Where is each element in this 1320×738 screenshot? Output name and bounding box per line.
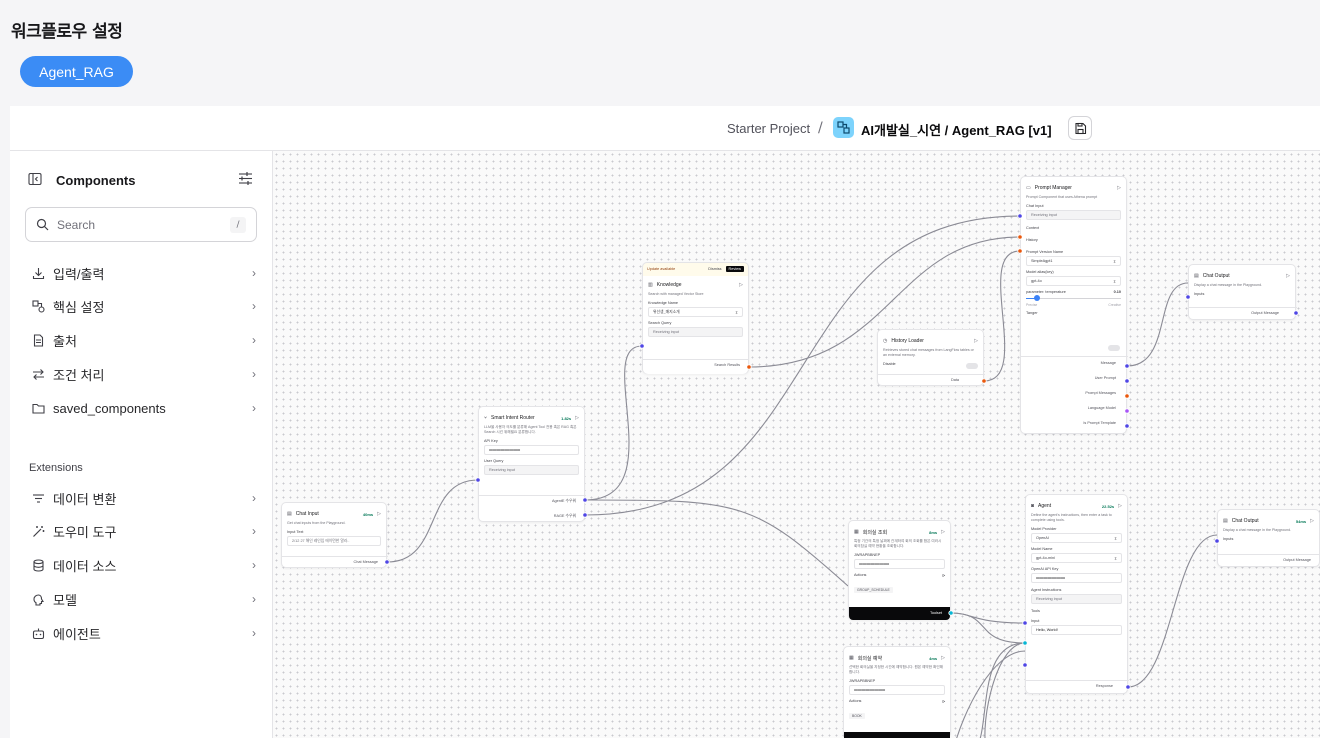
sidebar-item-label: 데이터 소스	[53, 558, 117, 574]
search-placeholder: Search	[57, 217, 96, 232]
sidebar-item-label: saved_components	[53, 400, 166, 416]
page-title: 워크플로우 설정	[11, 22, 123, 42]
chevron-right-icon: ›	[252, 367, 256, 381]
breadcrumb-project[interactable]: Starter Project	[727, 121, 810, 136]
handle	[1017, 248, 1023, 254]
sidebar-item-source[interactable]: 출처 ›	[30, 328, 256, 352]
breadcrumb-flow-name: AI개발실_시연 / Agent_RAG [v1]	[861, 123, 1052, 138]
sidebar-item-helpers[interactable]: 도우미 도구 ›	[30, 519, 256, 543]
sidebar-item-label: 모델	[53, 592, 77, 608]
handle	[1214, 538, 1220, 544]
sidebar-item-conditions[interactable]: 조건 처리 ›	[30, 362, 256, 386]
handle	[1022, 662, 1028, 668]
chevron-right-icon: ›	[252, 626, 256, 640]
handle	[1293, 310, 1299, 316]
sidebar-item-label: 핵심 설정	[53, 299, 105, 315]
sidebar-item-core[interactable]: 핵심 설정 ›	[30, 294, 256, 318]
chevron-right-icon: ›	[252, 266, 256, 280]
download-icon	[30, 265, 46, 281]
handle	[746, 364, 752, 370]
arrows-icon	[30, 366, 46, 382]
handle	[1185, 294, 1191, 300]
handle	[582, 497, 588, 503]
chevron-right-icon: ›	[252, 299, 256, 313]
handle	[384, 559, 390, 565]
handle	[981, 378, 987, 384]
brain-icon	[30, 591, 46, 607]
save-icon	[1074, 122, 1086, 134]
chevron-right-icon: ›	[252, 524, 256, 538]
handle	[475, 477, 481, 483]
handle	[1022, 620, 1028, 626]
handle	[1124, 393, 1130, 399]
flow-canvas[interactable]: ▤ Chat Input 40ms ▷ Get chat inputs from th…	[273, 151, 1320, 738]
breadcrumb-separator: /	[818, 120, 823, 136]
sidebar-item-saved[interactable]: saved_components ›	[30, 396, 256, 420]
sidebar-title: Components	[56, 172, 136, 188]
handle	[1124, 363, 1130, 369]
component-search-input[interactable]: Search /	[25, 207, 257, 242]
extensions-title: Extensions	[29, 462, 83, 474]
file-text-icon	[30, 332, 46, 348]
sidebar-item-label: 조건 처리	[53, 367, 105, 383]
sidebar-item-datasource[interactable]: 데이터 소스 ›	[30, 553, 256, 577]
sidebar-item-label: 데이터 변환	[53, 491, 117, 507]
handle	[639, 343, 645, 349]
handle	[1124, 423, 1130, 429]
sidebar-item-io[interactable]: 입력/출력 ›	[30, 261, 256, 285]
flow-icon	[833, 117, 854, 138]
chevron-right-icon: ›	[252, 333, 256, 347]
sidebar-item-transform[interactable]: 데이터 변환 ›	[30, 486, 256, 510]
sliders-icon[interactable]	[238, 171, 253, 190]
handle	[948, 610, 954, 616]
database-icon	[30, 557, 46, 573]
filter-icon	[30, 490, 46, 506]
handle	[1017, 234, 1023, 240]
handle	[1124, 408, 1130, 414]
search-shortcut: /	[230, 216, 246, 233]
sidebar-item-label: 입력/출력	[53, 266, 105, 282]
flow-chip-button[interactable]: Agent_RAG	[20, 56, 133, 87]
flow-editor: Starter Project / AI개발실_시연 / Agent_RAG […	[10, 106, 1320, 738]
chevron-right-icon: ›	[252, 401, 256, 415]
sidebar-item-agents[interactable]: 에이전트 ›	[30, 621, 256, 645]
chevron-right-icon: ›	[252, 558, 256, 572]
handle	[1022, 640, 1028, 646]
folder-icon	[30, 400, 46, 416]
sidebar-item-models[interactable]: 모델 ›	[30, 587, 256, 611]
node-handles	[384, 213, 1299, 690]
components-sidebar: Components Search / 입력/출력 › 핵심 설정 › 출처 ›…	[10, 151, 273, 738]
sidebar-item-label: 출처	[53, 333, 77, 349]
sidebar-collapse-icon[interactable]	[28, 171, 42, 190]
handle	[1125, 684, 1131, 690]
sidebar-item-label: 도우미 도구	[53, 524, 117, 540]
editor-header: Starter Project / AI개발실_시연 / Agent_RAG […	[10, 106, 1320, 151]
handle	[1017, 213, 1023, 219]
handle	[1124, 378, 1130, 384]
sidebar-item-label: 에이전트	[53, 626, 101, 642]
shapes-icon	[30, 298, 46, 314]
handle	[582, 512, 588, 518]
search-icon	[36, 218, 49, 231]
bot-icon	[30, 625, 46, 641]
chevron-right-icon: ›	[252, 491, 256, 505]
save-button[interactable]	[1068, 116, 1092, 140]
magic-wand-icon	[30, 523, 46, 539]
chevron-right-icon: ›	[252, 592, 256, 606]
